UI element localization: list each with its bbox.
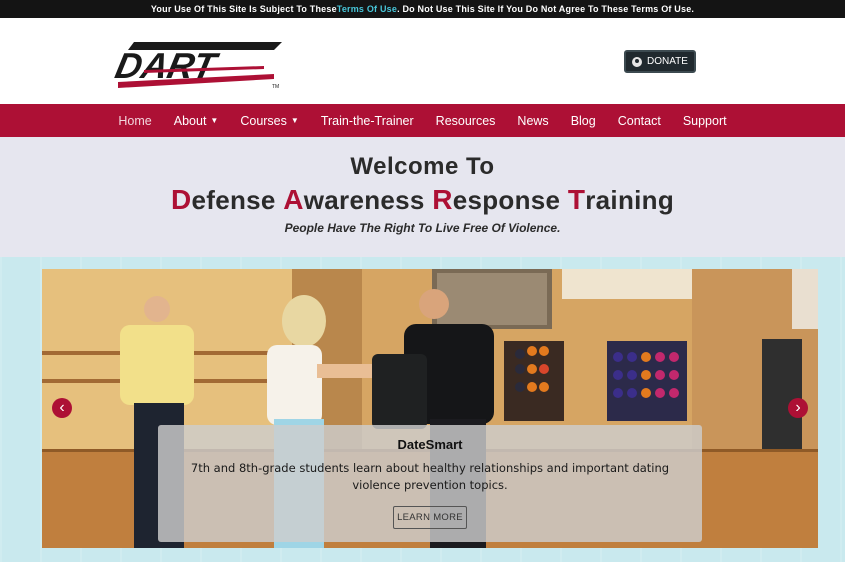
nav-item-contact[interactable]: Contact xyxy=(607,104,672,137)
nav-label: News xyxy=(517,113,549,128)
terms-prefix: Your Use Of This Site Is Subject To Thes… xyxy=(150,4,337,14)
nav-item-resources[interactable]: Resources xyxy=(425,104,507,137)
initial-letter: T xyxy=(567,184,586,215)
initial-letter: R xyxy=(432,184,453,215)
welcome-hero: Welcome To Defense Awareness Response Tr… xyxy=(0,137,845,257)
word-rest: wareness xyxy=(303,185,433,215)
nav-label: Contact xyxy=(617,113,661,128)
chevron-left-icon: ‹ xyxy=(59,399,65,416)
word-rest: raining xyxy=(585,185,675,215)
nav-label: Home xyxy=(118,113,152,128)
nav-item-courses[interactable]: Courses ▼ xyxy=(229,104,309,137)
terms-notice-bar: Your Use Of This Site Is Subject To Thes… xyxy=(0,0,845,18)
nav-item-news[interactable]: News xyxy=(506,104,559,137)
nav-label: Train-the-Trainer xyxy=(320,113,414,128)
donate-icon xyxy=(632,56,643,67)
slide-title: DateSmart xyxy=(397,437,463,452)
site-header: DART TM DONATE xyxy=(0,18,845,104)
slide-description: 7th and 8th-grade students learn about h… xyxy=(190,461,670,492)
logo-trademark: TM xyxy=(272,84,279,90)
dart-logo[interactable]: DART TM xyxy=(114,38,284,90)
slide-caption: DateSmart 7th and 8th-grade students lea… xyxy=(158,425,702,542)
terms-of-use-link[interactable]: Terms Of Use xyxy=(337,4,397,14)
nav-label: Courses xyxy=(240,113,287,128)
nav-item-about[interactable]: About ▼ xyxy=(163,104,230,137)
initial-letter: D xyxy=(170,184,192,215)
organization-name: Defense Awareness Response Training xyxy=(0,184,845,216)
nav-label: Blog xyxy=(570,113,596,128)
terms-suffix: . Do Not Use This Site If You Do Not Agr… xyxy=(397,4,695,14)
welcome-heading: Welcome To xyxy=(350,153,495,180)
nav-item-blog[interactable]: Blog xyxy=(560,104,607,137)
main-nav: Home About ▼ Courses ▼ Train-the-Trainer R… xyxy=(0,104,845,137)
chevron-right-icon: › xyxy=(795,399,801,416)
donate-button[interactable]: DONATE xyxy=(624,50,696,73)
carousel-prev-button[interactable]: ‹ xyxy=(52,398,72,418)
nav-item-train-the-trainer[interactable]: Train-the-Trainer xyxy=(310,104,425,137)
nav-label: About xyxy=(173,113,207,128)
word-rest: efense xyxy=(191,185,284,215)
tagline: People Have The Right To Live Free Of Vi… xyxy=(284,221,561,235)
caret-down-icon: ▼ xyxy=(290,116,299,125)
carousel-next-button[interactable]: › xyxy=(788,398,808,418)
learn-more-button[interactable]: LEARN MORE xyxy=(393,506,467,529)
word-rest: esponse xyxy=(452,185,568,215)
nav-item-home[interactable]: Home xyxy=(107,104,162,137)
nav-item-support[interactable]: Support xyxy=(672,104,738,137)
nav-label: Support xyxy=(682,113,727,128)
caret-down-icon: ▼ xyxy=(210,116,219,125)
donate-label: DONATE xyxy=(647,56,688,67)
initial-letter: A xyxy=(283,184,304,215)
nav-label: Resources xyxy=(435,113,496,128)
